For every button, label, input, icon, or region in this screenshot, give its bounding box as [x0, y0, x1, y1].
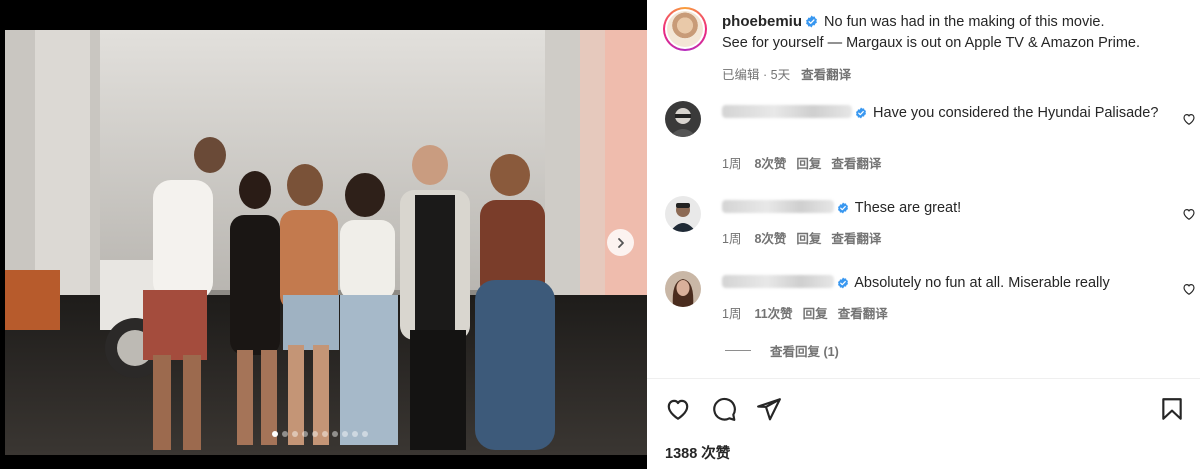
carousel-dot — [282, 431, 288, 437]
post-photo — [5, 30, 647, 455]
comment-text-block: Absolutely no fun at all. Miserable real… — [722, 273, 1162, 294]
comment-time: 1周 — [722, 307, 742, 321]
panel-divider — [647, 378, 1200, 379]
verified-badge-icon — [838, 277, 848, 289]
carousel-dot — [362, 431, 368, 437]
post-actions-bar — [665, 396, 1185, 422]
comment-meta: 1周 8次赞 回复 查看翻译 — [722, 228, 891, 247]
user-avatar-icon[interactable] — [665, 271, 701, 307]
comment-like-heart-icon[interactable] — [1182, 282, 1196, 296]
comment-reply-button[interactable]: 回复 — [796, 232, 821, 246]
post-side-panel: phoebemiu No fun was had in the making o… — [647, 0, 1200, 469]
comment-likes-count[interactable]: 8次赞 — [754, 232, 786, 246]
comment-likes-count[interactable]: 11次赞 — [754, 307, 792, 321]
bookmark-icon[interactable] — [1159, 396, 1185, 422]
caption-line-1: No fun was had in the making of this mov… — [824, 14, 1105, 30]
carousel-dot — [272, 431, 278, 437]
carousel-dot — [322, 431, 328, 437]
comment-like-heart-icon[interactable] — [1182, 112, 1196, 126]
comment-text: Have you considered the Hyundai Palisade… — [873, 105, 1159, 121]
comment-text: These are great! — [854, 200, 962, 216]
view-replies-label: 查看回复 (1) — [770, 345, 839, 359]
carousel-dot — [312, 431, 318, 437]
verified-badge-icon — [838, 202, 848, 214]
carousel-next-button[interactable] — [607, 229, 634, 256]
edited-label: 已编辑 — [722, 68, 760, 82]
caption-translate-button[interactable]: 查看翻译 — [801, 68, 851, 82]
comment-time: 1周 — [722, 232, 742, 246]
comment-meta: 1周 8次赞 回复 查看翻译 — [722, 153, 891, 172]
comment-translate-button[interactable]: 查看翻译 — [831, 157, 881, 171]
carousel-indicator — [272, 431, 368, 437]
caption-line-2: See for yourself — Margaux is out on App… — [722, 35, 1141, 51]
carousel-dot — [342, 431, 348, 437]
post-time: 5天 — [770, 68, 791, 82]
carousel-dot — [292, 431, 298, 437]
comment-translate-button[interactable]: 查看翻译 — [831, 232, 881, 246]
replies-divider-line — [725, 350, 751, 351]
verified-badge-icon — [856, 107, 866, 119]
author-avatar[interactable] — [663, 7, 707, 51]
commenter-username[interactable] — [722, 275, 834, 288]
user-avatar-icon[interactable] — [665, 196, 701, 232]
post-likes-count[interactable]: 1388 次赞 — [665, 442, 730, 463]
verified-badge-icon — [806, 15, 817, 28]
comment-meta: 1周 11次赞 回复 查看翻译 — [722, 303, 898, 322]
chevron-right-icon — [617, 237, 624, 248]
comment-translate-button[interactable]: 查看翻译 — [838, 307, 888, 321]
comment-text-block: These are great! — [722, 198, 1162, 219]
comment-text-block: Have you considered the Hyundai Palisade… — [722, 103, 1162, 124]
user-avatar-icon[interactable] — [665, 101, 701, 137]
carousel-dot — [302, 431, 308, 437]
heart-icon[interactable] — [665, 396, 691, 422]
carousel-dot — [352, 431, 358, 437]
comment-text: Absolutely no fun at all. Miserable real… — [854, 275, 1110, 291]
caption-text: phoebemiu No fun was had in the making o… — [722, 11, 1192, 54]
share-icon[interactable] — [756, 396, 782, 422]
comment-icon[interactable] — [711, 396, 737, 422]
author-username[interactable]: phoebemiu — [722, 13, 802, 30]
carousel-dot — [332, 431, 338, 437]
commenter-username[interactable] — [722, 105, 852, 118]
comment-reply-button[interactable]: 回复 — [803, 307, 828, 321]
comment-reply-button[interactable]: 回复 — [796, 157, 821, 171]
comment-like-heart-icon[interactable] — [1182, 207, 1196, 221]
comment-time: 1周 — [722, 157, 742, 171]
caption-meta: 已编辑 · 5天 查看翻译 — [722, 68, 852, 82]
view-replies-button[interactable]: 查看回复 (1) — [725, 341, 839, 360]
commenter-username[interactable] — [722, 200, 834, 213]
comment-likes-count[interactable]: 8次赞 — [754, 157, 786, 171]
post-media — [0, 0, 647, 469]
